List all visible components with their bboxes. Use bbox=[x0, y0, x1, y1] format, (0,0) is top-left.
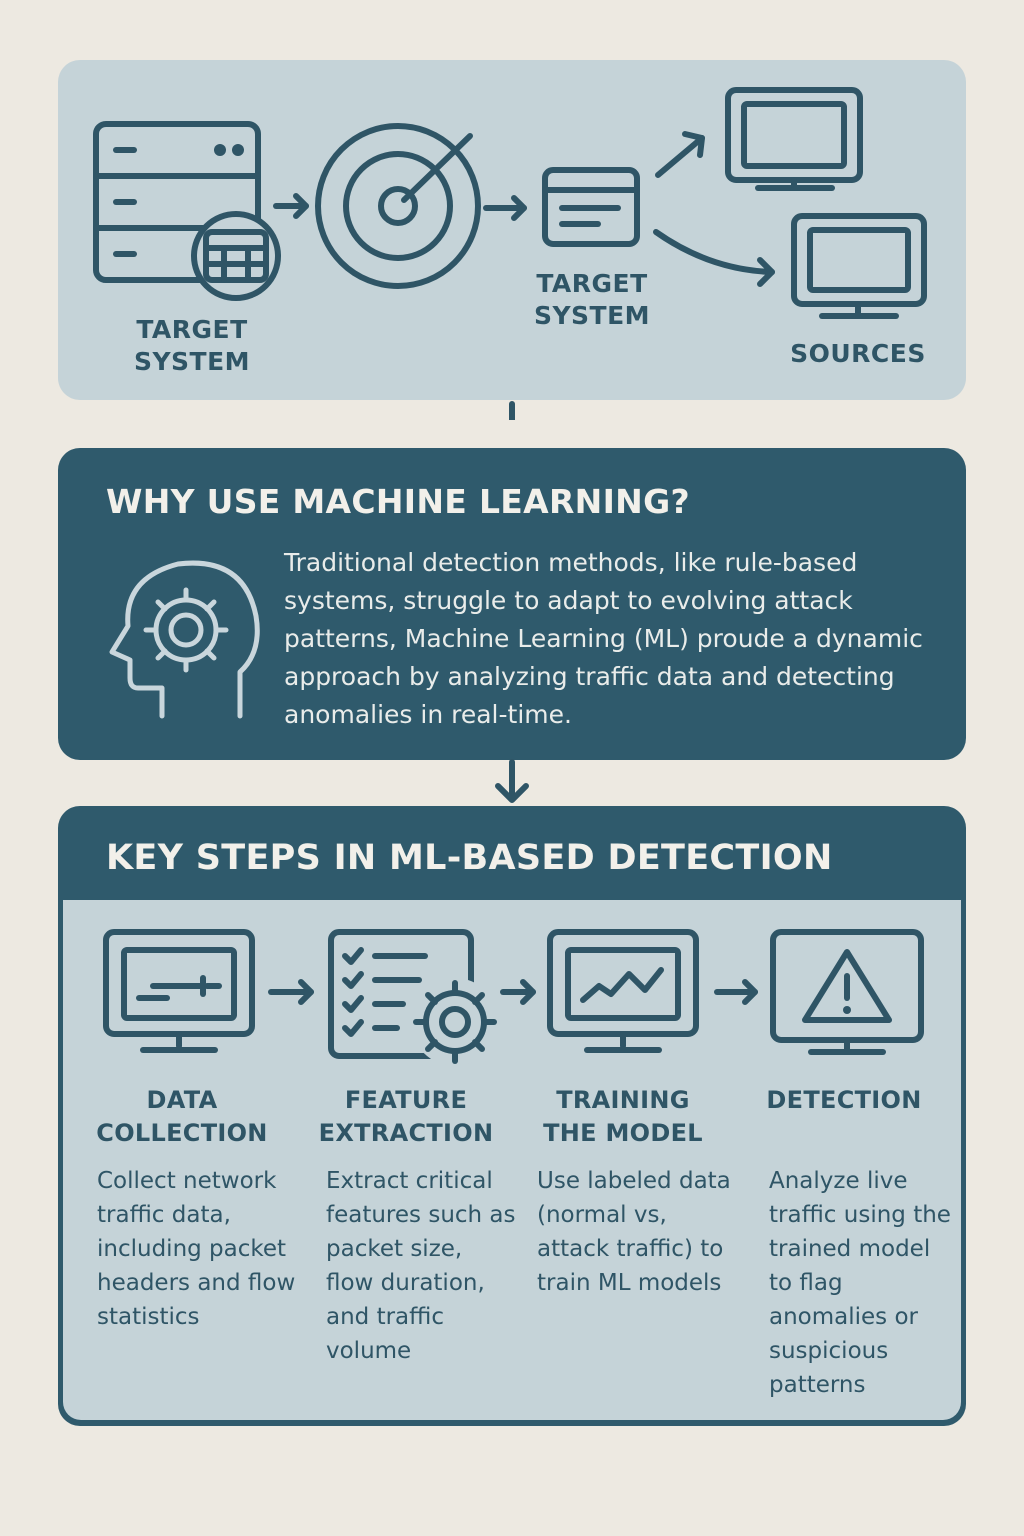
arrow-icon bbox=[483, 195, 527, 221]
step-text-detection: Analyze live traffic using the trained m… bbox=[769, 1168, 951, 1398]
arrow-up-right-icon bbox=[655, 131, 705, 178]
flow-label-target-system-2: TARGET SYSTEM bbox=[533, 269, 651, 330]
connector-arrow-icon bbox=[509, 401, 515, 420]
connector-arrow-icon bbox=[495, 759, 529, 803]
why-ml-panel: WHY USE MACHINE LEARNING? Traditional de… bbox=[58, 448, 966, 760]
key-steps-panel: KEY STEPS IN ML-BASED DETECTION DATA COL… bbox=[58, 806, 966, 1426]
arrow-icon bbox=[273, 193, 309, 219]
key-steps-title: KEY STEPS IN ML-BASED DETECTION bbox=[106, 838, 833, 878]
step-title-data-collection: DATA COLLECTION bbox=[96, 1086, 268, 1147]
arrow-icon bbox=[500, 979, 536, 1005]
arrow-down-right-icon bbox=[653, 229, 775, 287]
step-text-training-model: Use labeled data (normal vs, attack traf… bbox=[537, 1168, 731, 1296]
monitor-data-icon bbox=[103, 929, 255, 1053]
window-icon bbox=[542, 167, 640, 247]
warning-monitor-icon bbox=[770, 929, 924, 1055]
monitor-chart-icon bbox=[547, 929, 699, 1053]
monitor-icon bbox=[791, 213, 927, 319]
head-gear-icon bbox=[109, 560, 260, 719]
step-title-detection: DETECTION bbox=[766, 1086, 922, 1114]
flow-label-target-system-1: TARGET SYSTEM bbox=[133, 315, 251, 376]
server-icon bbox=[93, 121, 281, 301]
arrow-icon bbox=[714, 979, 758, 1005]
why-ml-description: Traditional detection methods, like rule… bbox=[284, 548, 923, 729]
flow-label-sources: SOURCES bbox=[790, 339, 926, 368]
key-steps-body: DATA COLLECTION FEATURE EXTRACTION TRAIN… bbox=[63, 900, 961, 1420]
step-title-training-model: TRAINING THE MODEL bbox=[543, 1086, 703, 1147]
monitor-icon bbox=[725, 87, 863, 191]
steps-icons bbox=[103, 929, 924, 1066]
checklist-gear-icon bbox=[328, 929, 499, 1066]
step-text-feature-extraction: Extract critical features such as packet… bbox=[326, 1168, 516, 1364]
target-icon bbox=[315, 123, 481, 289]
step-text-data-collection: Collect network traffic data, including … bbox=[97, 1168, 296, 1330]
step-title-feature-extraction: FEATURE EXTRACTION bbox=[318, 1086, 494, 1147]
why-ml-title: WHY USE MACHINE LEARNING? bbox=[106, 482, 690, 521]
arrow-icon bbox=[268, 979, 314, 1005]
